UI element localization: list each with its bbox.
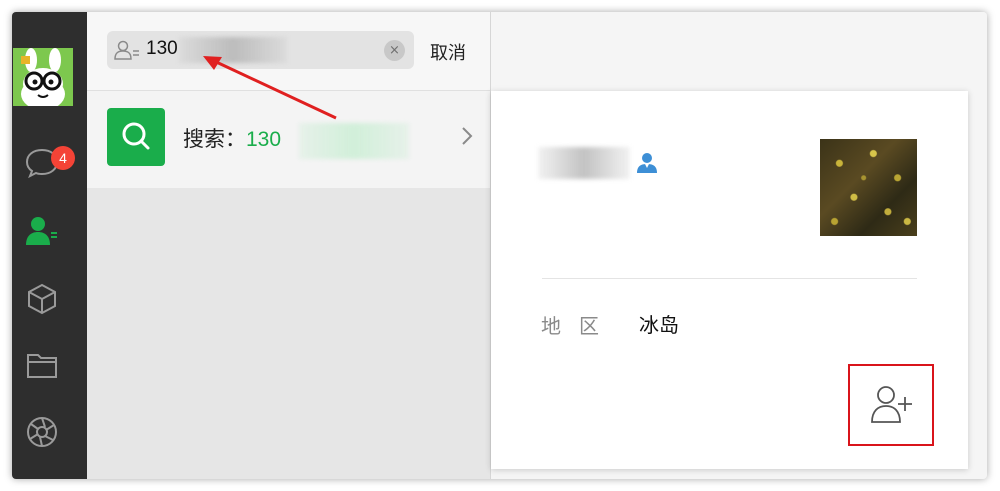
search-result-text: 搜索：130 <box>183 123 281 153</box>
search-result-label: 搜索： <box>183 127 246 151</box>
add-friend-button[interactable] <box>848 364 934 446</box>
search-result-value: 130 <box>246 128 282 151</box>
wechat-window: 4 130 × 取消 搜索：130 地区 冰岛 <box>12 12 987 479</box>
folder-icon[interactable] <box>25 348 59 382</box>
cube-icon[interactable] <box>25 282 59 316</box>
add-user-icon <box>871 386 912 423</box>
detail-panel: 地区 冰岛 <box>491 12 987 479</box>
search-header: 130 × 取消 <box>87 12 490 91</box>
redacted-query <box>179 37 287 63</box>
profile-photo[interactable] <box>820 139 917 236</box>
avatar[interactable] <box>13 48 73 106</box>
clear-search-button[interactable]: × <box>384 40 405 61</box>
aperture-icon[interactable] <box>25 415 59 449</box>
user-search-icon <box>114 40 139 60</box>
cancel-button[interactable]: 取消 <box>430 39 466 65</box>
profile-card: 地区 冰岛 <box>491 91 968 469</box>
search-icon <box>122 122 150 150</box>
region-label: 地区 <box>541 314 617 338</box>
search-panel: 130 × 取消 搜索：130 <box>87 12 491 479</box>
search-result-row[interactable]: 搜索：130 <box>87 91 490 188</box>
user-icon <box>637 153 657 173</box>
sidebar: 4 <box>12 12 87 479</box>
unread-badge: 4 <box>51 146 75 170</box>
redacted-result <box>299 123 409 159</box>
contacts-icon[interactable] <box>25 214 59 248</box>
search-query: 130 <box>146 38 178 59</box>
redacted-nickname <box>538 147 630 179</box>
search-result-icon <box>107 108 165 166</box>
search-input[interactable]: 130 × <box>107 31 414 69</box>
region-value: 冰岛 <box>639 313 679 337</box>
detail-header <box>491 12 987 90</box>
chevron-right-icon <box>462 127 473 145</box>
card-divider <box>542 278 917 279</box>
